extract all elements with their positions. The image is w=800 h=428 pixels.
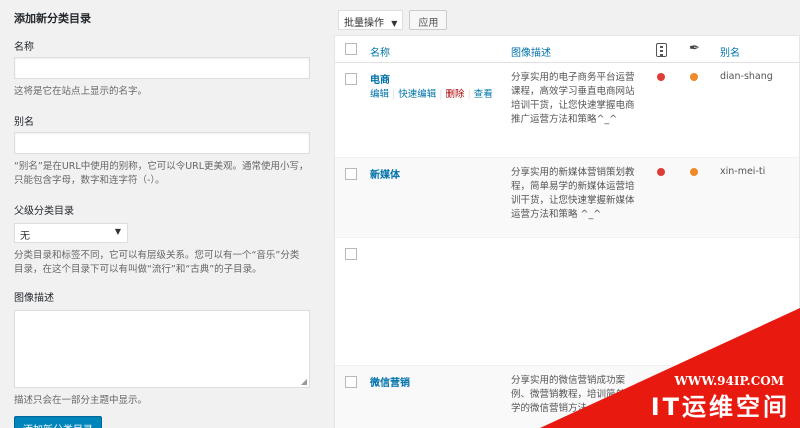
category-description: 分享实用的新媒体营销策划教程，简单易学的新媒体运营培训干货，让您快速掌握新媒体运…: [511, 167, 635, 220]
parent-help: 分类目录和标签不同，它可以有层级关系。您可以有一个“音乐”分类 目录，在这个目录…: [14, 249, 316, 277]
category-slug: dian-shang: [720, 71, 773, 82]
table-row: 新媒体 分享实用的新媒体营销策划教程，简单易学的新媒体运营培训干货，让您快速掌握…: [335, 158, 799, 238]
column-description[interactable]: 图像描述: [511, 44, 551, 59]
resize-grip-icon[interactable]: ◢: [301, 377, 307, 386]
category-name-link[interactable]: 新媒体: [370, 166, 400, 181]
bulk-actions: 批量操作 ▼ 应用: [338, 10, 448, 30]
apply-button[interactable]: 应用: [409, 10, 448, 30]
desc-label: 图像描述: [14, 293, 54, 304]
row-checkbox[interactable]: [345, 376, 357, 388]
slug-label: 别名: [14, 117, 34, 128]
parent-select-value: 无: [20, 231, 30, 242]
form-title: 添加新分类目录: [14, 12, 91, 25]
column-name[interactable]: 名称: [370, 44, 390, 59]
row-checkbox[interactable]: [345, 73, 357, 85]
status-dot-orange: [690, 73, 698, 81]
quick-edit-link[interactable]: 快速编辑: [398, 89, 436, 100]
table-header: 名称 图像描述 ✒ 别名: [335, 36, 799, 63]
view-link[interactable]: 查看: [474, 89, 493, 100]
status-dot-red: [657, 168, 665, 176]
slug-help-line1: “别名”是在URL中使用的别称，它可以令URL更美观。通常使用小写，: [14, 161, 309, 172]
watermark-title: IT运维空间: [650, 393, 790, 421]
slug-input[interactable]: [14, 132, 310, 154]
category-description: 分享实用的电子商务平台运营课程，高效学习垂直电商网站培训干货，让您快速掌握电商推…: [511, 72, 635, 125]
row-actions: 编辑 | 快速编辑 | 删除 | 查看: [370, 89, 493, 100]
row-checkbox[interactable]: [345, 248, 357, 260]
traffic-light-icon: [656, 43, 667, 57]
status-dot-red: [657, 73, 665, 81]
slug-help: “别名”是在URL中使用的别称，它可以令URL更美观。通常使用小写， 只能包含字…: [14, 160, 316, 188]
category-name-link[interactable]: 电商: [370, 71, 390, 86]
edit-link[interactable]: 编辑: [370, 89, 389, 100]
category-name-link[interactable]: 微信营销: [370, 374, 410, 389]
desc-help: 描述只会在一部分主题中显示。: [14, 395, 148, 406]
name-label: 名称: [14, 42, 34, 53]
parent-help-line2: 目录，在这个目录下可以有叫做“流行”和“古典”的子目录。: [14, 264, 262, 275]
status-dot-orange: [690, 168, 698, 176]
add-category-button[interactable]: 添加新分类目录: [14, 416, 102, 428]
table-row: 电商 编辑 | 快速编辑 | 删除 | 查看 分享实用的电子商务平台运营课程，高…: [335, 63, 799, 158]
category-slug: xin-mei-ti: [720, 166, 766, 177]
parent-select[interactable]: 无 ▼: [14, 223, 128, 243]
bulk-action-select[interactable]: 批量操作 ▼: [338, 10, 404, 30]
parent-help-line1: 分类目录和标签不同，它可以有层级关系。您可以有一个“音乐”分类: [14, 250, 300, 261]
slug-help-line2: 只能包含字母，数字和连字符（-）。: [14, 175, 165, 186]
parent-label: 父级分类目录: [14, 206, 74, 217]
feather-icon: ✒: [689, 41, 700, 56]
name-help: 这将是它在站点上显示的名字。: [14, 86, 148, 97]
bulk-action-label: 批量操作: [344, 18, 384, 29]
column-slug[interactable]: 别名: [720, 44, 740, 59]
row-checkbox[interactable]: [345, 168, 357, 180]
select-all-checkbox[interactable]: [345, 43, 357, 55]
chevron-down-icon: ▼: [114, 227, 121, 236]
name-input[interactable]: [14, 57, 310, 79]
desc-textarea[interactable]: ◢: [14, 310, 310, 388]
watermark-url: WWW.94IP.COM: [674, 374, 784, 388]
delete-link[interactable]: 删除: [446, 89, 465, 100]
chevron-down-icon: ▼: [391, 19, 398, 28]
add-category-form: 添加新分类目录 名称 这将是它在站点上显示的名字。 别名 “别名”是在URL中使…: [0, 0, 330, 428]
